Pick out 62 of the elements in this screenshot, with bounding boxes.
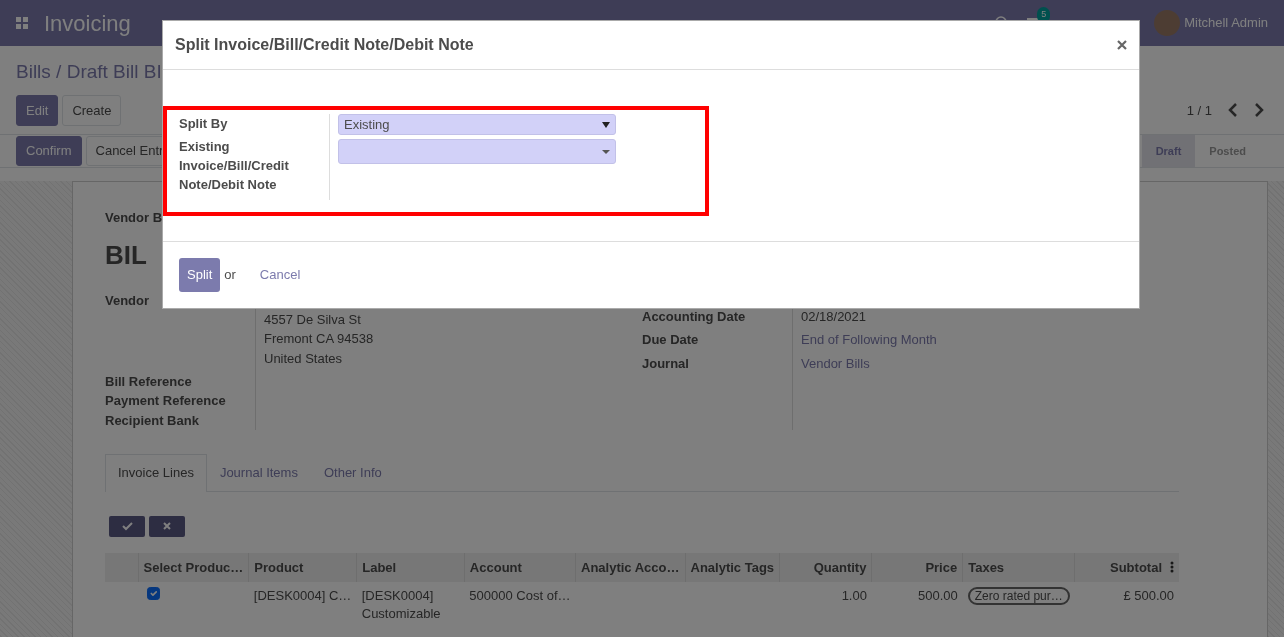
next-icon[interactable] xyxy=(1254,103,1264,118)
confirm-lines-button[interactable] xyxy=(109,515,145,537)
tax-tag: Zero rated pur… xyxy=(967,587,1070,605)
caret-icon xyxy=(602,149,610,154)
column-header[interactable]: Price xyxy=(871,552,963,582)
column-header[interactable]: Account xyxy=(464,552,576,582)
column-header[interactable]: Taxes xyxy=(962,552,1075,582)
address-line: 4557 De Silva St xyxy=(264,310,362,329)
field-label: Split By xyxy=(179,115,229,133)
cancel-link[interactable]: Cancel xyxy=(259,265,301,285)
apps-grid-icon[interactable] xyxy=(16,17,28,29)
caret-icon xyxy=(602,121,610,128)
bill-type-label: Vendor B xyxy=(105,209,163,227)
or-text: or xyxy=(224,266,236,284)
field-label: Due Date xyxy=(642,331,700,349)
field-link[interactable]: End of Following Month xyxy=(801,330,937,350)
table-cell: 500000 Cost of… xyxy=(464,582,576,628)
bill-number: BIL xyxy=(105,238,147,272)
app-title[interactable]: Invoicing xyxy=(44,6,131,40)
more-options-icon[interactable] xyxy=(1170,561,1174,574)
field-label: Accounting Date xyxy=(642,307,747,326)
select-value: Existing xyxy=(344,115,390,134)
field-value: 02/18/2021 xyxy=(801,307,868,326)
address-line: United States xyxy=(264,349,344,368)
field-label: Existing Invoice/Bill/Credit Note/Debit Note xyxy=(179,138,290,194)
field-link[interactable]: Vendor Bills xyxy=(801,353,937,373)
dropdown-field[interactable] xyxy=(338,139,616,164)
pager-text: 1 / 1 xyxy=(1186,101,1212,120)
user-name[interactable]: Mitchell Admin xyxy=(1184,13,1268,33)
select-field[interactable]: Existing xyxy=(338,114,616,135)
field-label: Vendor xyxy=(105,291,151,310)
dialog-title: Split Invoice/Bill/Credit Note/Debit Note xyxy=(175,35,474,55)
column-header[interactable]: Analytic Acco… xyxy=(575,552,686,582)
table-cell: 500.00 xyxy=(871,582,963,628)
field-label: Payment Reference xyxy=(105,392,227,410)
column-header[interactable]: Select Produc… xyxy=(138,552,249,582)
column-header[interactable]: Analytic Tags xyxy=(685,552,780,582)
address-line: Fremont CA 94538 xyxy=(264,330,375,348)
field-label: Recipient Bank xyxy=(105,411,200,430)
table-cell: £ 500.00 xyxy=(1074,582,1179,628)
close-icon xyxy=(163,522,171,530)
discard-lines-button[interactable] xyxy=(149,515,185,537)
column-header[interactable]: Quantity xyxy=(779,552,872,582)
edit-button[interactable]: Edit xyxy=(16,94,59,126)
column-header[interactable]: Label xyxy=(356,552,465,582)
notebook-tab[interactable]: Journal Items xyxy=(206,454,311,491)
check-icon xyxy=(121,521,133,531)
notebook-tab[interactable]: Other Info xyxy=(310,454,395,491)
field-label: Journal xyxy=(642,354,690,373)
table-cell: [DESK0004] Customizable xyxy=(356,582,465,628)
create-button[interactable]: Create xyxy=(62,94,122,126)
table-cell: [DESK0004] C… xyxy=(248,582,357,628)
field-label: Bill Reference xyxy=(105,372,193,391)
close-icon[interactable] xyxy=(1117,40,1127,50)
split-button[interactable]: Split xyxy=(179,258,221,292)
previous-icon[interactable] xyxy=(1228,103,1238,118)
notebook-tab[interactable]: Invoice Lines xyxy=(105,454,207,492)
user-avatar xyxy=(1154,10,1181,36)
confirm-button[interactable]: Confirm xyxy=(16,136,82,166)
column-header[interactable]: Product xyxy=(248,552,357,582)
table-cell: 1.00 xyxy=(779,582,872,628)
row-checkbox[interactable] xyxy=(147,587,161,600)
